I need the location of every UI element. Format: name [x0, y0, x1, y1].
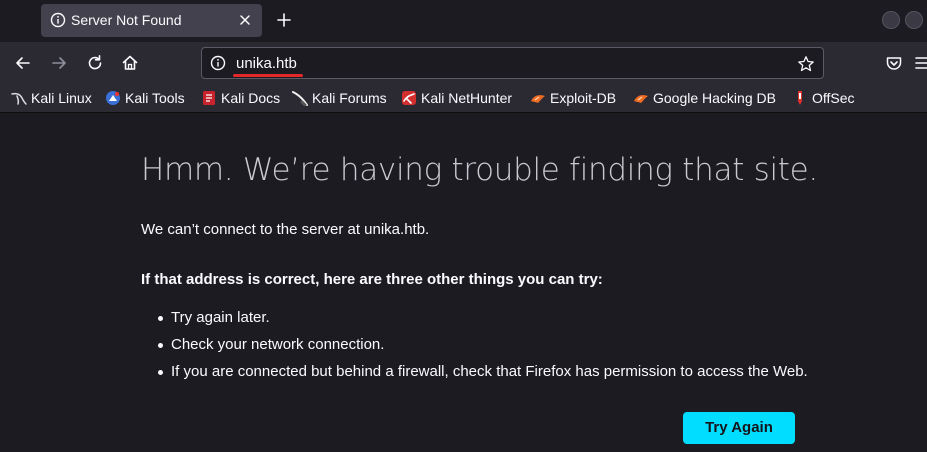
- bookmark-label: Kali Docs: [221, 90, 281, 106]
- bookmark-kali-docs[interactable]: Kali Docs: [201, 89, 280, 107]
- bookmark-kali-linux[interactable]: Kali Linux: [11, 89, 92, 107]
- list-item: If you are connected but behind a firewa…: [141, 358, 808, 385]
- try-again-button[interactable]: Try Again: [683, 412, 795, 444]
- kali-forums-icon: [292, 91, 308, 106]
- error-subheading: If that address is correct, here are thr…: [141, 271, 603, 288]
- bookmark-kali-forums[interactable]: Kali Forums: [292, 89, 387, 107]
- maximize-window-button[interactable]: [905, 11, 923, 29]
- ghdb-icon: [634, 95, 648, 103]
- list-item: Check your network connection.: [141, 331, 808, 358]
- bookmark-exploit-db[interactable]: Exploit-DB: [530, 89, 616, 107]
- bookmark-kali-tools[interactable]: Kali Tools: [105, 89, 185, 107]
- exploit-db-icon: [531, 95, 545, 103]
- menu-icon[interactable]: [913, 53, 927, 73]
- error-description: We can’t connect to the server at unika.…: [141, 221, 430, 238]
- url-bar[interactable]: unika.htb: [201, 47, 824, 79]
- red-underline-annotation: [233, 74, 303, 77]
- bookmark-label: Kali NetHunter: [421, 90, 513, 106]
- bookmark-label: Kali Forums: [312, 90, 387, 106]
- tab-title: Server Not Found: [71, 12, 182, 28]
- list-item: Try again later.: [141, 304, 808, 331]
- home-icon[interactable]: [120, 53, 140, 73]
- bookmark-kali-nethunter[interactable]: Kali NetHunter: [401, 89, 512, 107]
- kali-dragon-icon: [11, 92, 27, 105]
- forward-arrow-icon[interactable]: [49, 53, 69, 73]
- close-icon[interactable]: [237, 12, 253, 28]
- bookmark-label: Kali Linux: [31, 90, 92, 106]
- navigation-toolbar: unika.htb: [0, 42, 927, 84]
- minimize-window-button[interactable]: [882, 11, 900, 29]
- offsec-icon: [798, 91, 802, 105]
- bookmark-label: OffSec: [812, 90, 855, 106]
- pocket-icon[interactable]: [884, 53, 904, 73]
- bookmark-offsec[interactable]: OffSec: [792, 89, 855, 107]
- bookmark-google-hacking-db[interactable]: Google Hacking DB: [633, 89, 776, 107]
- info-icon: [50, 12, 66, 28]
- error-title: Hmm. We’re having trouble finding that s…: [141, 152, 818, 188]
- bookmarks-toolbar: Kali Linux Kali Tools Kali Docs Kali For…: [0, 84, 927, 113]
- bookmark-label: Exploit-DB: [550, 90, 617, 106]
- bookmark-label: Google Hacking DB: [653, 90, 776, 106]
- error-page: Hmm. We’re having trouble finding that s…: [0, 114, 927, 452]
- site-info-icon[interactable]: [210, 55, 226, 71]
- new-tab-icon[interactable]: [275, 11, 293, 29]
- suggestion-list: Try again later. Check your network conn…: [141, 304, 808, 385]
- kali-tools-icon: [106, 91, 120, 105]
- reload-icon[interactable]: [85, 53, 105, 73]
- tab-strip: Server Not Found: [0, 0, 927, 42]
- tab-server-not-found[interactable]: Server Not Found: [41, 4, 262, 37]
- url-text[interactable]: unika.htb: [236, 55, 297, 72]
- bookmark-star-icon[interactable]: [797, 55, 815, 73]
- bookmark-label: Kali Tools: [125, 90, 185, 106]
- back-arrow-icon[interactable]: [13, 53, 33, 73]
- nethunter-icon: [402, 91, 416, 105]
- kali-docs-icon: [203, 91, 215, 105]
